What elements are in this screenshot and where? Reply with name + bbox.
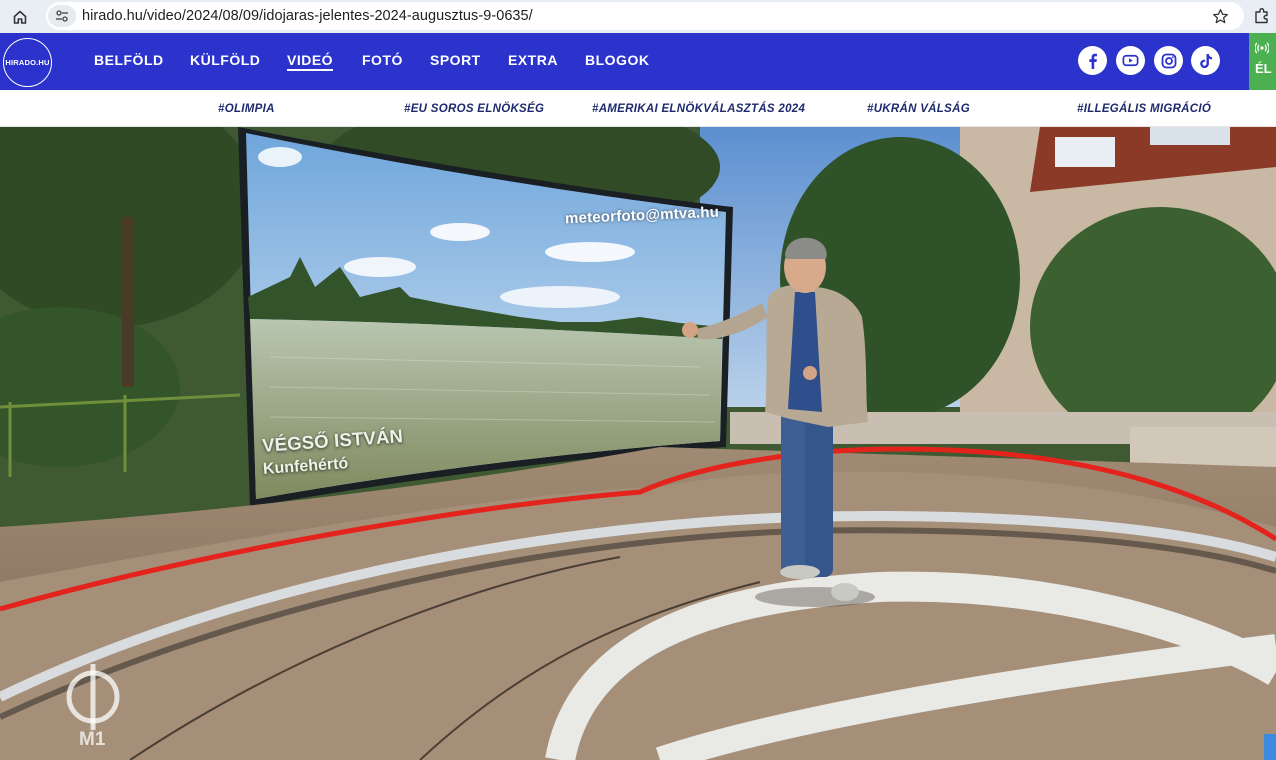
youtube-icon	[1122, 54, 1139, 67]
hashtag-olimpia[interactable]: #OLIMPIA	[218, 103, 275, 115]
instagram-icon	[1161, 53, 1176, 68]
extensions-icon	[1255, 8, 1268, 24]
home-icon	[13, 10, 27, 24]
nav-kulfold[interactable]: KÜLFÖLD	[190, 52, 260, 68]
hashtag-eu-soros-elnokseg[interactable]: #EU SOROS ELNÖKSÉG	[404, 103, 544, 115]
hirado-logo[interactable]: HIRADO.HU	[3, 38, 52, 87]
home-button[interactable]	[0, 0, 40, 33]
youtube-link[interactable]	[1116, 46, 1145, 75]
nav-foto[interactable]: FOTÓ	[362, 52, 403, 68]
site-navbar: HIRADO.HU BELFÖLD KÜLFÖLD VIDEÓ FOTÓ SPO…	[0, 33, 1276, 90]
feedback-tab[interactable]	[1264, 734, 1276, 760]
site-info-icon	[56, 10, 68, 22]
video-player[interactable]: meteorfoto@mtva.hu VÉGSŐ ISTVÁN Kunfehér…	[0, 127, 1276, 760]
facebook-link[interactable]	[1078, 46, 1107, 75]
nav-extra[interactable]: EXTRA	[508, 52, 558, 68]
hashtag-amerikai-elnokvalasztas[interactable]: #AMERIKAI ELNÖKVÁLASZTÁS 2024	[592, 103, 805, 115]
hashtag-ukran-valsag[interactable]: #UKRÁN VÁLSÁG	[867, 103, 970, 115]
nav-sport[interactable]: SPORT	[430, 52, 481, 68]
address-bar[interactable]: hirado.hu/video/2024/08/09/idojaras-jele…	[46, 2, 1244, 30]
site-info-button[interactable]	[48, 5, 76, 27]
instagram-link[interactable]	[1154, 46, 1183, 75]
live-badge-label: ÉL	[1255, 61, 1272, 76]
hashtag-illegalis-migracio[interactable]: #ILLEGÁLIS MIGRÁCIÓ	[1077, 103, 1211, 115]
logo-text: HIRADO.HU	[5, 58, 50, 67]
tiktok-icon	[1199, 53, 1212, 68]
browser-toolbar: hirado.hu/video/2024/08/09/idojaras-jele…	[0, 0, 1276, 33]
tiktok-link[interactable]	[1191, 46, 1220, 75]
url-text[interactable]: hirado.hu/video/2024/08/09/idojaras-jele…	[82, 8, 533, 24]
channel-label: M1	[79, 729, 106, 750]
nav-blogok[interactable]: BLOGOK	[585, 52, 649, 68]
nav-belfold[interactable]: BELFÖLD	[94, 52, 164, 68]
extensions-button[interactable]	[1252, 5, 1272, 27]
facebook-icon	[1088, 53, 1097, 69]
nav-video[interactable]: VIDEÓ	[287, 52, 334, 71]
star-icon	[1212, 8, 1228, 23]
live-signal-icon	[1255, 42, 1269, 54]
live-badge[interactable]: ÉL	[1249, 33, 1276, 90]
hashtag-bar: #OLIMPIA #EU SOROS ELNÖKSÉG #AMERIKAI EL…	[0, 90, 1276, 127]
bookmark-button[interactable]	[1210, 6, 1230, 26]
